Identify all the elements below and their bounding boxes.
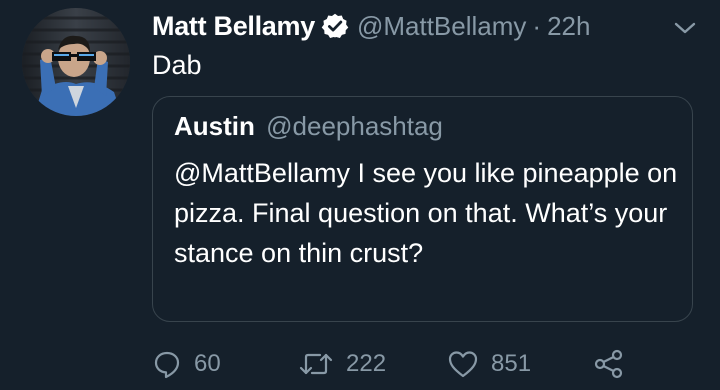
share-button[interactable] <box>593 348 625 380</box>
tweet-text: Dab <box>152 50 202 80</box>
reply-icon <box>152 349 182 379</box>
user-handle[interactable]: @MattBellamy <box>357 11 526 42</box>
share-icon <box>593 348 625 380</box>
timestamp[interactable]: 22h <box>547 11 590 42</box>
display-name[interactable]: Matt Bellamy <box>152 11 315 42</box>
quoted-tweet[interactable]: Austin @deephashtag @MattBellamy I see y… <box>152 96 693 322</box>
quoted-display-name: Austin <box>174 111 255 141</box>
quoted-tweet-header: Austin @deephashtag <box>174 111 443 142</box>
quoted-user-handle: @deephashtag <box>266 111 443 141</box>
avatar[interactable] <box>22 8 130 116</box>
chevron-down-icon[interactable] <box>672 18 698 38</box>
tweet: Matt Bellamy @MattBellamy · 22h Dab Aust… <box>0 0 720 390</box>
avatar-image <box>22 8 130 116</box>
quoted-tweet-text: @MattBellamy I see you like pineapple on… <box>174 158 678 268</box>
verified-badge-icon <box>321 12 349 40</box>
separator-dot: · <box>532 10 542 41</box>
like-count: 851 <box>491 350 532 377</box>
reply-count: 60 <box>194 350 221 377</box>
like-button[interactable]: 851 <box>447 349 593 379</box>
tweet-header: Matt Bellamy @MattBellamy · 22h <box>152 6 590 46</box>
retweet-count: 222 <box>346 350 387 377</box>
reply-button[interactable]: 60 <box>152 349 298 379</box>
heart-icon <box>447 349 479 379</box>
action-bar: 60 222 851 <box>152 344 625 384</box>
retweet-button[interactable]: 222 <box>298 349 447 379</box>
retweet-icon <box>298 349 334 379</box>
